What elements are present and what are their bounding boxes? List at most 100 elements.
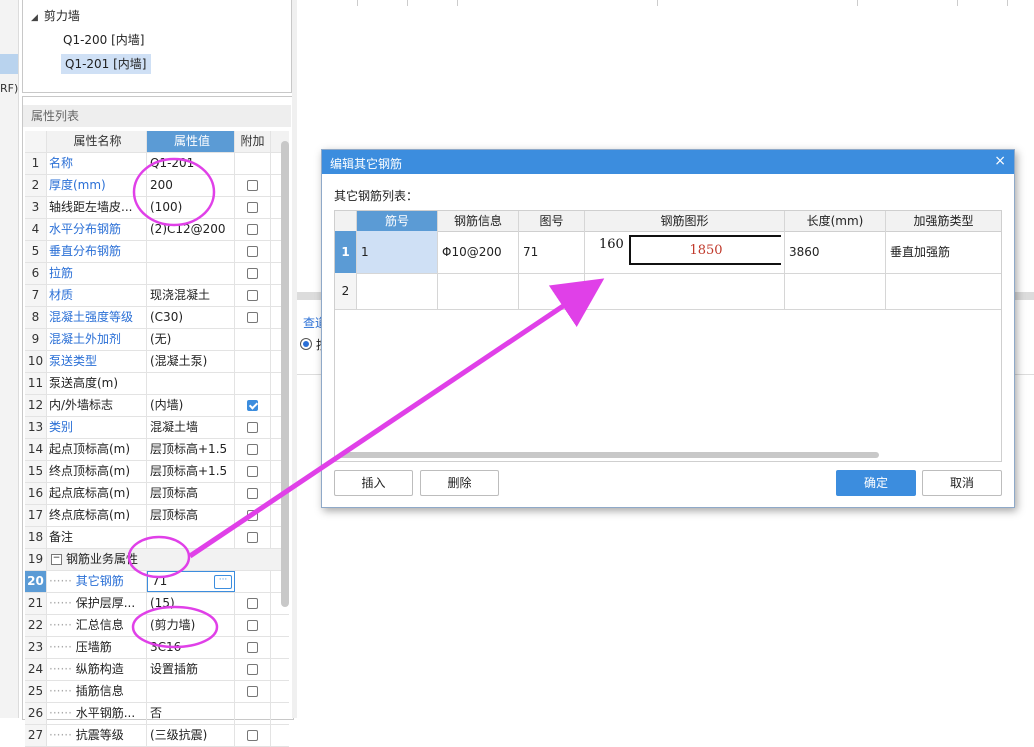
shape-dimension-left[interactable]: 160 <box>599 235 624 255</box>
row-number[interactable]: 8 <box>25 307 47 328</box>
row-number[interactable]: 2 <box>25 175 47 196</box>
row-number[interactable]: 10 <box>25 351 47 372</box>
property-row[interactable]: 8 混凝土强度等级 (C30) <box>25 307 289 329</box>
property-row[interactable]: 23 ······ 压墙筋 3C16 <box>25 637 289 659</box>
attr-name-cell[interactable]: 拉筋 <box>47 263 147 284</box>
header-reinforce-type[interactable]: 加强筋类型 <box>886 211 1001 231</box>
property-row[interactable]: 11 泵送高度(m) <box>25 373 289 395</box>
checkbox[interactable] <box>247 466 258 477</box>
row-number[interactable]: 22 <box>25 615 47 636</box>
attr-value[interactable]: 200 <box>147 175 235 196</box>
row-number[interactable]: 25 <box>25 681 47 702</box>
checkbox[interactable] <box>247 422 258 433</box>
row-number[interactable]: 21 <box>25 593 47 614</box>
attr-value[interactable]: 现浇混凝土 <box>147 285 235 306</box>
attr-name-cell[interactable]: 类别 <box>47 417 147 438</box>
checkbox[interactable] <box>247 642 258 653</box>
row-number[interactable]: 15 <box>25 461 47 482</box>
row-number[interactable]: 18 <box>25 527 47 548</box>
attr-name-cell[interactable]: 名称 <box>47 153 147 174</box>
attr-name-cell[interactable]: 混凝土外加剂 <box>47 329 147 350</box>
header-bar-info[interactable]: 钢筋信息 <box>438 211 519 231</box>
attr-value[interactable]: 否 <box>147 703 235 724</box>
property-row[interactable]: 3 轴线距左墙皮... (100) <box>25 197 289 219</box>
cell-figure-no[interactable]: 71 <box>519 231 585 273</box>
property-row[interactable]: 18 备注 <box>25 527 289 549</box>
checkbox[interactable] <box>247 598 258 609</box>
ok-button[interactable]: 确定 <box>836 470 916 496</box>
header-extra[interactable]: 附加 <box>235 131 271 152</box>
attr-value[interactable]: Q1-201 <box>147 153 235 174</box>
row-number[interactable]: 1 <box>25 153 47 174</box>
checkbox[interactable] <box>247 664 258 675</box>
attr-value[interactable]: 71 <box>152 572 167 591</box>
checkbox[interactable] <box>247 444 258 455</box>
property-row[interactable]: 20 ······ 其它钢筋 71 ··· <box>25 571 289 593</box>
cell-bar-shape[interactable] <box>585 273 785 309</box>
attr-value[interactable]: (C30) <box>147 307 235 328</box>
attr-name-cell[interactable]: ······ 压墙筋 <box>47 637 147 658</box>
header-bar-no[interactable]: 筋号 <box>357 211 438 231</box>
property-row[interactable]: 24 ······ 纵筋构造 设置插筋 <box>25 659 289 681</box>
row-number[interactable]: 6 <box>25 263 47 284</box>
group-toggle[interactable]: − 钢筋业务属性 <box>47 549 271 570</box>
row-number[interactable]: 16 <box>25 483 47 504</box>
tree-item-q1-200[interactable]: Q1-200 [内墙] <box>63 30 145 50</box>
property-row[interactable]: 13 类别 混凝土墙 <box>25 417 289 439</box>
property-row[interactable]: 14 起点顶标高(m) 层顶标高+1.5 <box>25 439 289 461</box>
cell-reinforce-type[interactable] <box>886 273 1001 309</box>
row-number[interactable]: 19 <box>25 549 47 570</box>
attr-name-cell[interactable]: 终点底标高(m) <box>47 505 147 526</box>
cell-bar-no[interactable] <box>357 273 438 309</box>
attr-value[interactable] <box>147 527 235 548</box>
checkbox[interactable] <box>247 312 258 323</box>
row-number[interactable]: 20 <box>25 571 47 592</box>
attr-value[interactable]: 层顶标高+1.5 <box>147 461 235 482</box>
cancel-button[interactable]: 取消 <box>922 470 1002 496</box>
property-scrollbar[interactable] <box>281 141 289 607</box>
checkbox[interactable] <box>247 730 258 741</box>
cell-length[interactable]: 3860 <box>785 231 886 273</box>
collapse-minus-icon[interactable]: − <box>51 554 62 565</box>
property-row[interactable]: 2 厚度(mm) 200 <box>25 175 289 197</box>
attr-value[interactable]: (15) <box>147 593 235 614</box>
attr-value[interactable]: (剪力墙) <box>147 615 235 636</box>
attr-value[interactable]: 设置插筋 <box>147 659 235 680</box>
property-row[interactable]: 15 终点顶标高(m) 层顶标高+1.5 <box>25 461 289 483</box>
property-row[interactable]: 5 垂直分布钢筋 <box>25 241 289 263</box>
checkbox[interactable] <box>247 180 258 191</box>
row-number[interactable]: 14 <box>25 439 47 460</box>
attr-value[interactable]: (100) <box>147 197 235 218</box>
table-horizontal-scrollbar[interactable] <box>339 452 879 458</box>
attr-value[interactable]: (无) <box>147 329 235 350</box>
property-row[interactable]: 4 水平分布钢筋 (2)C12@200 <box>25 219 289 241</box>
cell-bar-shape[interactable]: 160 1850 <box>585 231 785 273</box>
checkbox[interactable] <box>247 620 258 631</box>
cell-length[interactable] <box>785 273 886 309</box>
attr-name-cell[interactable]: 终点顶标高(m) <box>47 461 147 482</box>
checkbox[interactable] <box>247 686 258 697</box>
radio-option[interactable] <box>300 338 312 350</box>
row-number[interactable]: 3 <box>25 197 47 218</box>
property-row[interactable]: 25 ······ 插筋信息 <box>25 681 289 703</box>
header-attr-value[interactable]: 属性值 <box>147 131 235 152</box>
row-number[interactable]: 13 <box>25 417 47 438</box>
attr-name-cell[interactable]: ······ 插筋信息 <box>47 681 147 702</box>
row-number[interactable]: 11 <box>25 373 47 394</box>
ellipsis-button-icon[interactable]: ··· <box>214 575 232 589</box>
checkbox[interactable] <box>247 246 258 257</box>
property-row[interactable]: 22 ······ 汇总信息 (剪力墙) <box>25 615 289 637</box>
property-row[interactable]: 17 终点底标高(m) 层顶标高 <box>25 505 289 527</box>
attr-name-cell[interactable]: 厚度(mm) <box>47 175 147 196</box>
left-edge-selection[interactable] <box>0 54 18 74</box>
tree-group-shear-wall[interactable]: ◢ 剪力墙 <box>31 6 80 26</box>
checkbox[interactable] <box>247 224 258 235</box>
attr-value[interactable] <box>147 681 235 702</box>
attr-name-cell[interactable]: ······ 纵筋构造 <box>47 659 147 680</box>
collapse-triangle-icon[interactable]: ◢ <box>31 13 38 23</box>
attr-value[interactable]: (混凝土泵) <box>147 351 235 372</box>
checkbox[interactable] <box>247 532 258 543</box>
insert-button[interactable]: 插入 <box>334 470 413 496</box>
row-number[interactable]: 24 <box>25 659 47 680</box>
attr-name-cell[interactable]: 垂直分布钢筋 <box>47 241 147 262</box>
